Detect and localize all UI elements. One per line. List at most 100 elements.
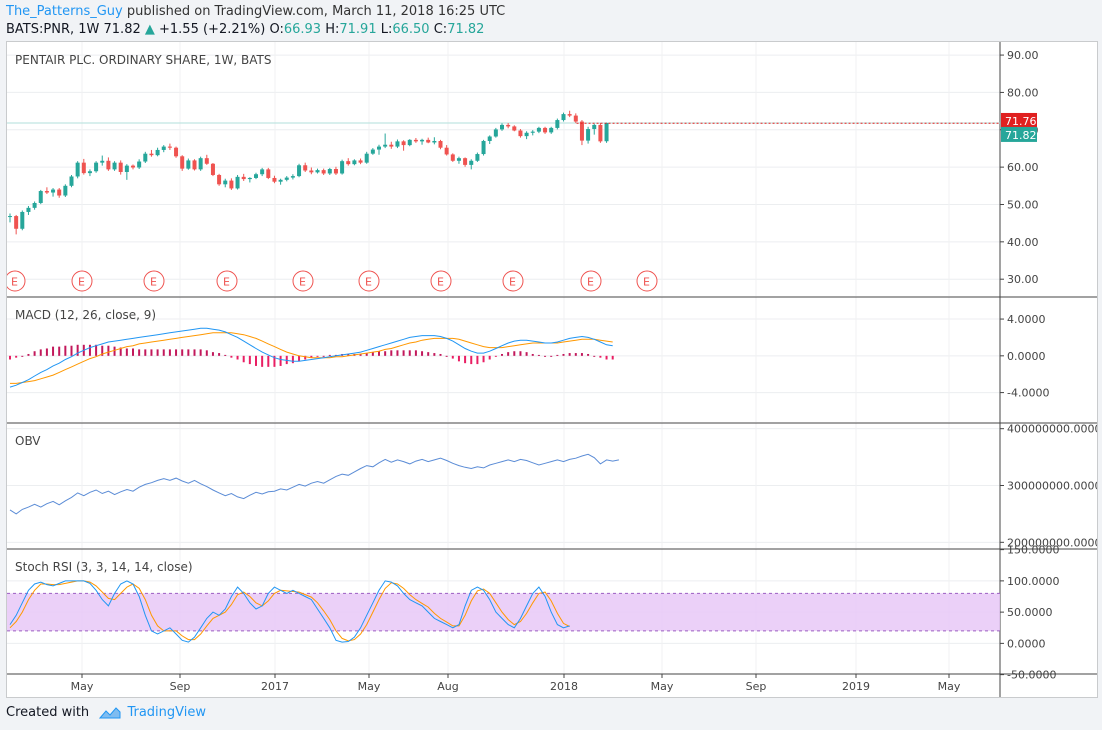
- candle: [229, 180, 234, 189]
- macd-histogram-bar: [58, 346, 61, 356]
- candle: [20, 211, 25, 229]
- macd-histogram-bar: [556, 354, 559, 356]
- macd-histogram-bar: [574, 353, 577, 356]
- macd-histogram-bar: [501, 353, 503, 356]
- candle: [210, 163, 215, 175]
- y-tick-label: 30.00: [1007, 273, 1039, 286]
- y-tick-label: 150.0000: [1007, 544, 1060, 557]
- candle: [303, 165, 308, 171]
- macd-histogram-bar: [433, 353, 436, 356]
- candle: [407, 139, 412, 146]
- candle: [290, 176, 295, 178]
- macd-histogram-bar: [162, 349, 165, 356]
- candle: [51, 189, 56, 193]
- y-tick-label: 40.00: [1007, 236, 1039, 249]
- macd-histogram-bar: [45, 348, 48, 356]
- candle: [14, 216, 19, 229]
- chart-canvas[interactable]: 90.0080.0070.0060.0050.0040.0030.00PENTA…: [7, 42, 1097, 697]
- macd-histogram-bar: [70, 345, 73, 356]
- author-link[interactable]: The_Patterns_Guy: [6, 4, 123, 19]
- candle: [377, 146, 381, 150]
- last-price: 71.82: [103, 22, 141, 37]
- candle: [456, 158, 461, 161]
- y-tick-label: 300000000.0000: [1007, 480, 1097, 493]
- macd-histogram-bar: [107, 345, 110, 356]
- macd-histogram-bar: [193, 349, 196, 356]
- macd-histogram-bar: [544, 355, 547, 357]
- earnings-marker-label: E: [78, 276, 85, 289]
- macd-histogram-bar: [439, 353, 442, 356]
- chart-container[interactable]: 90.0080.0070.0060.0050.0040.0030.00PENTA…: [6, 41, 1098, 698]
- macd-histogram-bar: [88, 344, 91, 356]
- y-tick-label: -50.0000: [1007, 669, 1056, 682]
- x-tick-label: May: [651, 680, 674, 693]
- earnings-marker-label: E: [643, 276, 650, 289]
- y-tick-label: 0.0000: [1007, 350, 1046, 363]
- macd-histogram-bar: [457, 355, 460, 362]
- macd-histogram-bar: [181, 349, 184, 356]
- macd-histogram-bar: [95, 344, 98, 356]
- candle: [401, 141, 406, 146]
- earnings-marker-label: E: [299, 276, 306, 289]
- macd-histogram-bar: [205, 350, 208, 356]
- y-tick-label: -4.0000: [1007, 387, 1049, 400]
- macd-histogram-bar: [445, 355, 448, 357]
- macd-histogram-bar: [488, 355, 491, 360]
- macd-histogram-bar: [168, 349, 171, 356]
- x-tick-label: May: [938, 680, 961, 693]
- candle: [167, 146, 172, 148]
- candle: [352, 160, 357, 165]
- macd-histogram-bar: [52, 346, 55, 356]
- earnings-marker-label: E: [150, 276, 157, 289]
- candle: [549, 127, 554, 133]
- macd-histogram-bar: [384, 351, 387, 356]
- candle: [592, 124, 597, 130]
- candle: [278, 179, 283, 182]
- candle: [284, 177, 289, 180]
- macd-histogram-bar: [507, 352, 510, 356]
- tradingview-logo-icon[interactable]: [99, 706, 121, 720]
- macd-histogram-bar: [291, 355, 294, 364]
- macd-histogram-bar: [568, 353, 571, 356]
- macd-histogram-bar: [261, 355, 264, 367]
- candle: [32, 202, 37, 208]
- x-tick-label: Sep: [746, 680, 767, 693]
- candle: [395, 141, 400, 147]
- macd-histogram-bar: [211, 352, 214, 356]
- macd-histogram-bar: [537, 354, 540, 356]
- candle: [272, 177, 277, 182]
- candle: [217, 174, 222, 185]
- macd-histogram-bar: [402, 350, 405, 356]
- candle: [346, 161, 351, 165]
- candle: [420, 139, 425, 142]
- x-tick-label: 2018: [550, 680, 578, 693]
- tradingview-link[interactable]: TradingView: [127, 705, 206, 720]
- macd-histogram-bar: [605, 355, 608, 360]
- candle: [131, 165, 135, 168]
- macd-histogram-bar: [427, 352, 430, 356]
- low-label: L:: [380, 22, 393, 37]
- candle: [149, 153, 154, 156]
- candle: [106, 160, 111, 170]
- candle: [198, 158, 203, 170]
- macd-histogram-bar: [15, 355, 18, 358]
- candle: [518, 130, 523, 137]
- candle: [524, 132, 529, 137]
- last-price-label: 71.82: [1005, 129, 1037, 142]
- macd-histogram-bar: [33, 351, 36, 356]
- x-tick-label: Sep: [170, 680, 191, 693]
- candle: [333, 169, 338, 174]
- macd-histogram-bar: [328, 354, 331, 356]
- close-value: 71.82: [447, 22, 485, 37]
- candle: [358, 160, 363, 163]
- candle: [69, 176, 74, 186]
- macd-histogram-bar: [482, 355, 485, 363]
- earnings-marker-label: E: [509, 276, 516, 289]
- y-tick-label: 90.00: [1007, 49, 1039, 62]
- candle: [241, 176, 246, 180]
- candle: [223, 180, 228, 185]
- earnings-marker-label: E: [437, 276, 444, 289]
- candle: [247, 177, 252, 180]
- macd-histogram-bar: [322, 355, 325, 357]
- candle: [137, 161, 142, 168]
